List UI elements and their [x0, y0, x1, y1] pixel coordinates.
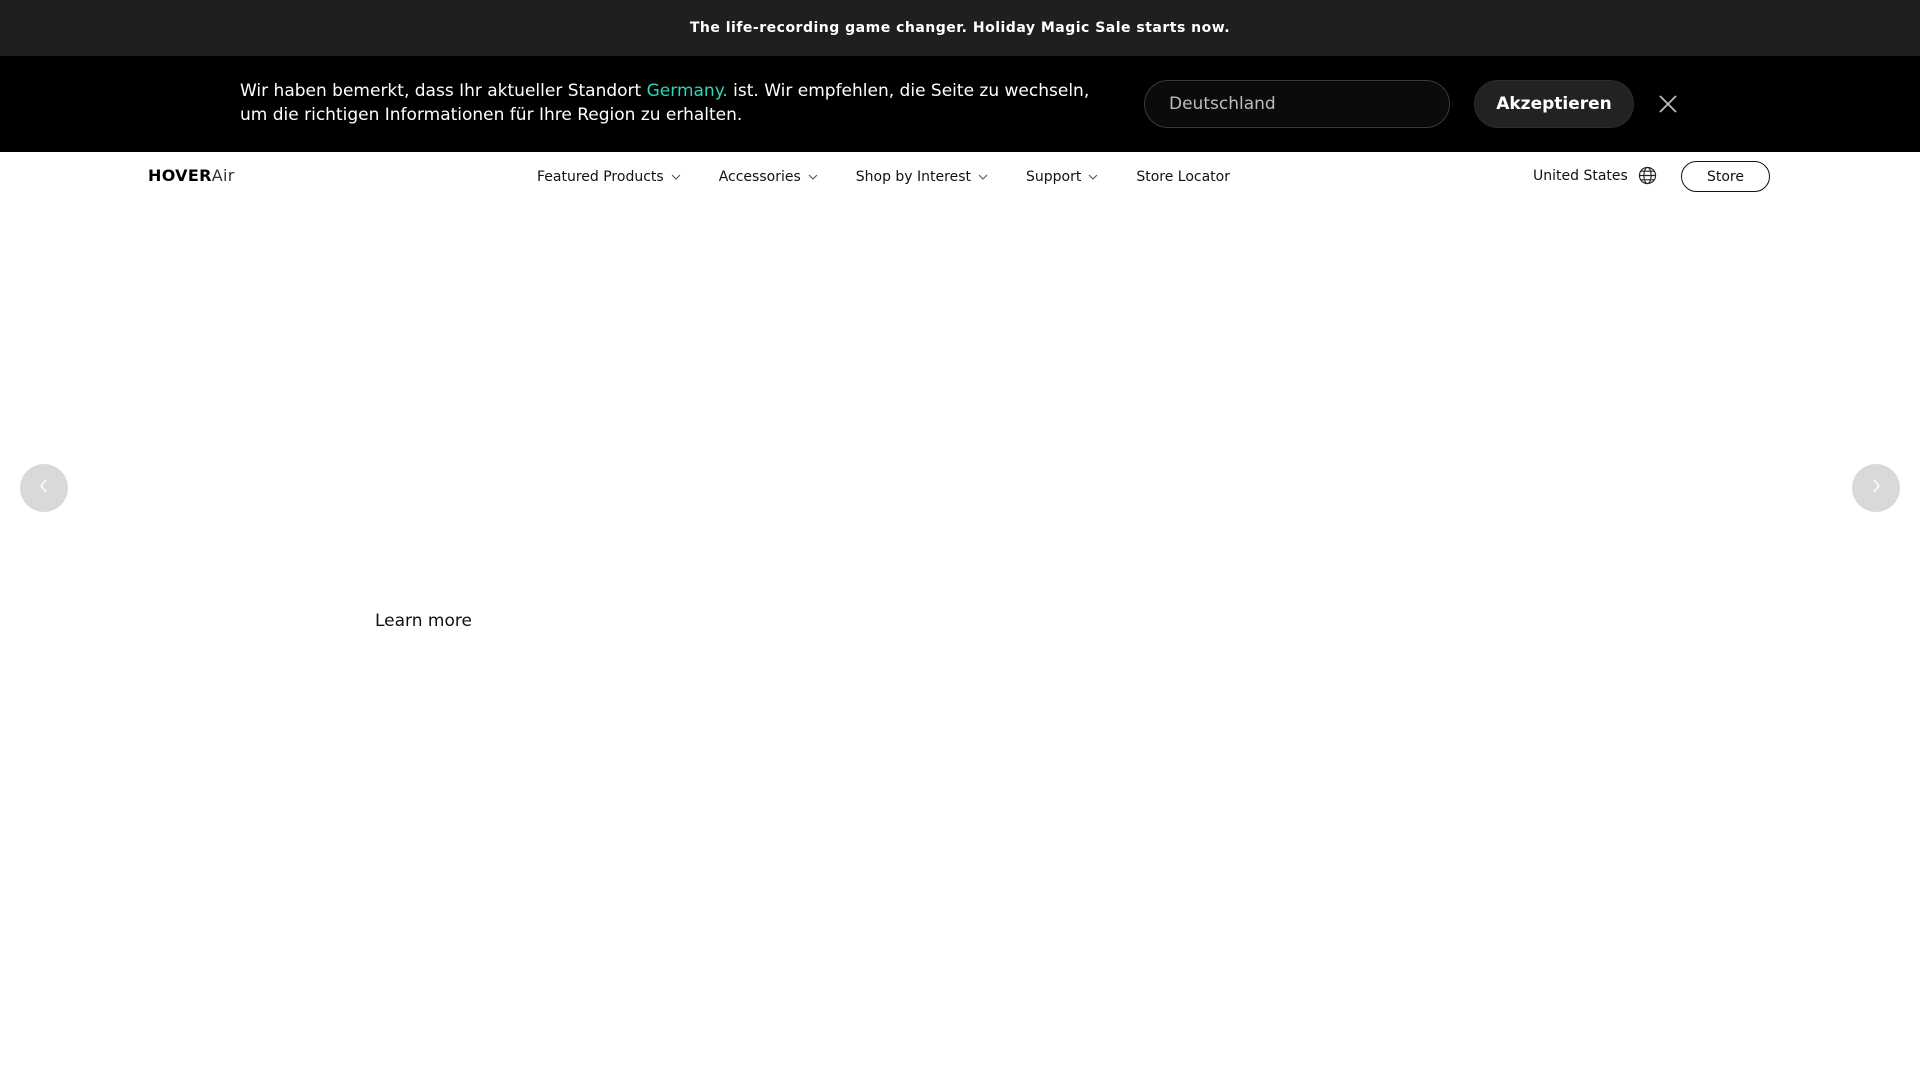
nav-support[interactable]: Support: [1026, 169, 1098, 185]
chevron-down-icon: [808, 174, 818, 180]
region-label: United States: [1533, 167, 1628, 184]
close-icon[interactable]: [1656, 92, 1680, 116]
nav-accessories[interactable]: Accessories: [719, 169, 818, 185]
nav-featured-products[interactable]: Featured Products: [537, 169, 681, 185]
nav-store-locator[interactable]: Store Locator: [1136, 169, 1230, 185]
nav-label: Support: [1025, 169, 1082, 185]
nav-label: Store Locator: [1136, 169, 1230, 185]
region-message-part1: Wir haben bemerkt, dass Ihr aktueller St…: [240, 81, 647, 101]
promo-text[interactable]: The life-recording game changer. Holiday…: [690, 20, 1230, 36]
region-location: Germany.: [646, 81, 728, 101]
chevron-down-icon: [1088, 174, 1098, 180]
site-header: HOVER Air Featured Products Accessories S…: [0, 152, 1920, 202]
store-button-label: Store: [1706, 168, 1744, 185]
region-switcher[interactable]: United States: [1533, 166, 1657, 185]
logo[interactable]: HOVER Air: [148, 166, 235, 185]
promo-bar[interactable]: The life-recording game changer. Holiday…: [0, 0, 1920, 56]
learn-more-link[interactable]: Learn more: [375, 611, 472, 631]
accept-button[interactable]: Akzeptieren: [1474, 80, 1634, 128]
globe-icon: [1638, 166, 1657, 185]
nav-label: Featured Products: [537, 169, 664, 185]
chevron-down-icon: [671, 174, 681, 180]
nav-shop-by-interest[interactable]: Shop by Interest: [856, 169, 988, 185]
carousel-prev-button[interactable]: [20, 464, 68, 512]
nav-label: Accessories: [718, 169, 801, 185]
main-nav: Featured Products Accessories Shop by In…: [537, 152, 1230, 202]
region-select[interactable]: Deutschland: [1144, 80, 1450, 128]
region-message: Wir haben bemerkt, dass Ihr aktueller St…: [240, 79, 1100, 127]
nav-label: Shop by Interest: [855, 169, 971, 185]
region-banner: Wir haben bemerkt, dass Ihr aktueller St…: [0, 56, 1920, 152]
chevron-down-icon: [978, 174, 988, 180]
logo-light: Air: [211, 166, 235, 185]
region-select-value: Deutschland: [1169, 94, 1276, 114]
carousel-next-button[interactable]: [1852, 464, 1900, 512]
chevron-left-icon: [38, 478, 50, 498]
accept-button-label: Akzeptieren: [1496, 94, 1612, 114]
store-button[interactable]: Store: [1681, 161, 1770, 192]
chevron-right-icon: [1870, 478, 1882, 498]
logo-bold: HOVER: [148, 166, 212, 185]
